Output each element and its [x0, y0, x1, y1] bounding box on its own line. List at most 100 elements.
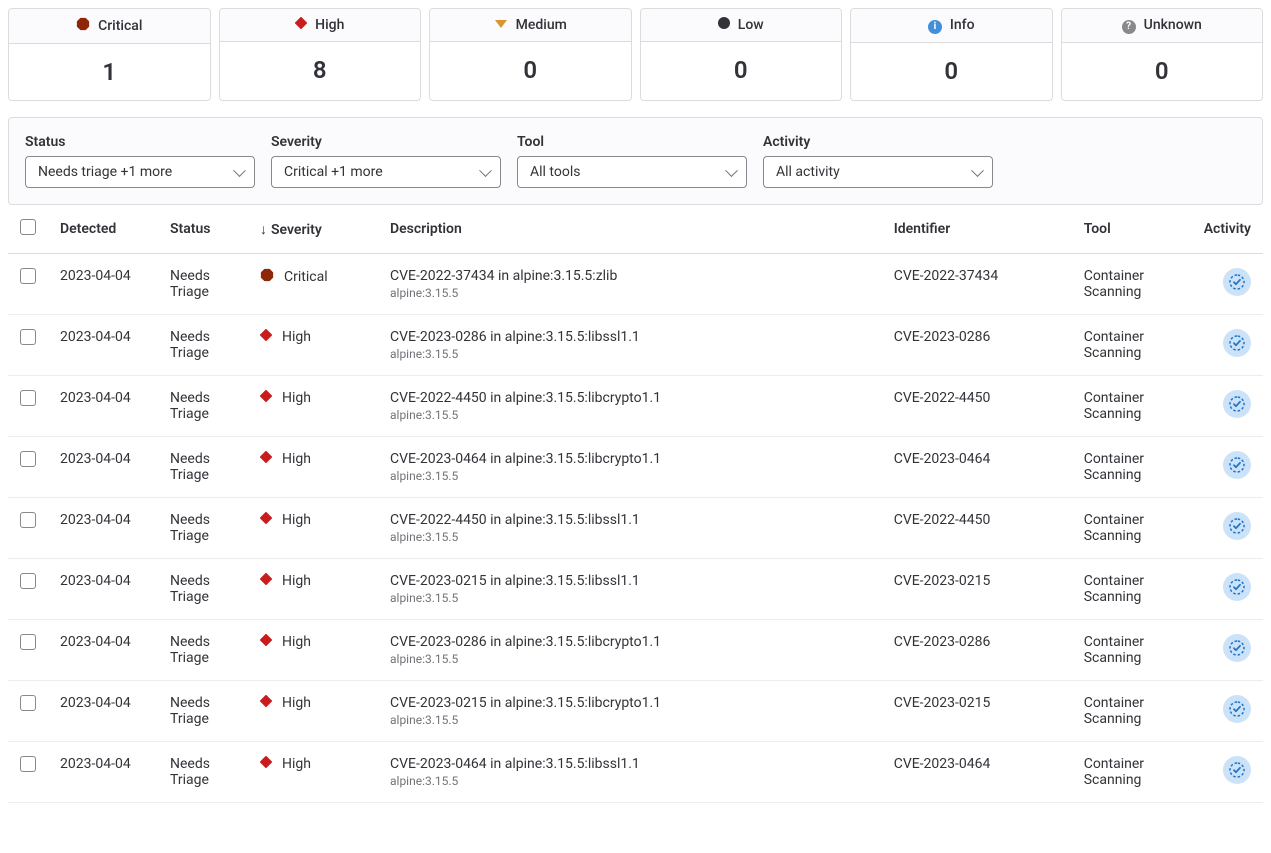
- row-description-sub: alpine:3.15.5: [390, 286, 870, 300]
- table-row[interactable]: 2023-04-04NeedsTriageHighCVE-2023-0464 i…: [8, 742, 1263, 803]
- row-checkbox-cell: [8, 315, 48, 376]
- filter-severity-group: Severity Critical +1 more: [271, 134, 501, 188]
- row-description: CVE-2023-0215 in alpine:3.15.5:libssl1.1…: [378, 559, 882, 620]
- table-row[interactable]: 2023-04-04NeedsTriageHighCVE-2022-4450 i…: [8, 498, 1263, 559]
- severity-card-header: Medium: [430, 9, 631, 42]
- row-checkbox-cell: [8, 559, 48, 620]
- table-row[interactable]: 2023-04-04NeedsTriageHighCVE-2023-0286 i…: [8, 315, 1263, 376]
- row-description: CVE-2022-4450 in alpine:3.15.5:libssl1.1…: [378, 498, 882, 559]
- activity-badge-icon[interactable]: [1223, 573, 1251, 601]
- table-row[interactable]: 2023-04-04NeedsTriageHighCVE-2023-0286 i…: [8, 620, 1263, 681]
- filter-status-value: Needs triage +1 more: [38, 164, 172, 180]
- severity-card-medium[interactable]: Medium0: [429, 8, 632, 101]
- column-severity[interactable]: ↓Severity: [248, 205, 378, 254]
- table-row[interactable]: 2023-04-04NeedsTriageHighCVE-2023-0215 i…: [8, 559, 1263, 620]
- row-activity: [1192, 254, 1263, 315]
- column-identifier[interactable]: Identifier: [882, 205, 1072, 254]
- activity-badge-icon[interactable]: [1223, 695, 1251, 723]
- filter-tool-select[interactable]: All tools: [517, 156, 747, 188]
- row-activity: [1192, 681, 1263, 742]
- row-checkbox[interactable]: [20, 634, 36, 650]
- row-detected: 2023-04-04: [48, 498, 158, 559]
- row-description-title: CVE-2022-4450 in alpine:3.15.5:libcrypto…: [390, 390, 870, 406]
- row-severity-label: High: [282, 329, 311, 345]
- row-description: CVE-2022-4450 in alpine:3.15.5:libcrypto…: [378, 376, 882, 437]
- row-checkbox[interactable]: [20, 451, 36, 467]
- select-all-checkbox[interactable]: [20, 219, 36, 235]
- column-activity[interactable]: Activity: [1192, 205, 1263, 254]
- row-severity: Critical: [248, 254, 378, 315]
- row-activity: [1192, 498, 1263, 559]
- severity-card-count: 8: [220, 42, 421, 98]
- row-checkbox[interactable]: [20, 573, 36, 589]
- row-detected: 2023-04-04: [48, 681, 158, 742]
- row-checkbox-cell: [8, 620, 48, 681]
- activity-badge-icon[interactable]: [1223, 451, 1251, 479]
- column-severity-label: Severity: [271, 222, 322, 238]
- column-detected[interactable]: Detected: [48, 205, 158, 254]
- row-checkbox[interactable]: [20, 756, 36, 772]
- low-icon: [718, 17, 730, 33]
- row-identifier: CVE-2023-0215: [882, 559, 1072, 620]
- activity-badge-icon[interactable]: [1223, 634, 1251, 662]
- severity-card-label: Critical: [98, 18, 142, 34]
- high-icon: [260, 512, 272, 528]
- row-identifier: CVE-2023-0286: [882, 315, 1072, 376]
- row-description-sub: alpine:3.15.5: [390, 652, 870, 666]
- row-description-sub: alpine:3.15.5: [390, 591, 870, 605]
- severity-card-high[interactable]: High8: [219, 8, 422, 101]
- severity-summary: Critical1High8Medium0Low0iInfo0?Unknown0: [8, 8, 1263, 101]
- filter-activity-select[interactable]: All activity: [763, 156, 993, 188]
- severity-card-header: Low: [641, 9, 842, 42]
- row-description-title: CVE-2023-0215 in alpine:3.15.5:libcrypto…: [390, 695, 870, 711]
- row-detected: 2023-04-04: [48, 254, 158, 315]
- high-icon: [260, 329, 272, 345]
- row-description-sub: alpine:3.15.5: [390, 713, 870, 727]
- filter-status-group: Status Needs triage +1 more: [25, 134, 255, 188]
- activity-badge-icon[interactable]: [1223, 268, 1251, 296]
- activity-badge-icon[interactable]: [1223, 512, 1251, 540]
- row-tool: ContainerScanning: [1072, 742, 1192, 803]
- critical-icon: [260, 268, 274, 286]
- high-icon: [260, 573, 272, 589]
- severity-card-critical[interactable]: Critical1: [8, 8, 211, 101]
- table-row[interactable]: 2023-04-04NeedsTriageHighCVE-2022-4450 i…: [8, 376, 1263, 437]
- column-description[interactable]: Description: [378, 205, 882, 254]
- severity-card-low[interactable]: Low0: [640, 8, 843, 101]
- high-icon: [260, 451, 272, 467]
- filter-severity-value: Critical +1 more: [284, 164, 383, 180]
- row-detected: 2023-04-04: [48, 742, 158, 803]
- row-checkbox-cell: [8, 498, 48, 559]
- row-checkbox[interactable]: [20, 512, 36, 528]
- row-checkbox[interactable]: [20, 268, 36, 284]
- activity-badge-icon[interactable]: [1223, 756, 1251, 784]
- severity-card-unknown[interactable]: ?Unknown0: [1061, 8, 1264, 101]
- row-checkbox[interactable]: [20, 695, 36, 711]
- column-tool[interactable]: Tool: [1072, 205, 1192, 254]
- filter-status-select[interactable]: Needs triage +1 more: [25, 156, 255, 188]
- row-detected: 2023-04-04: [48, 315, 158, 376]
- row-checkbox[interactable]: [20, 329, 36, 345]
- row-severity-label: High: [282, 634, 311, 650]
- row-tool: ContainerScanning: [1072, 559, 1192, 620]
- table-row[interactable]: 2023-04-04NeedsTriageCriticalCVE-2022-37…: [8, 254, 1263, 315]
- column-select-all: [8, 205, 48, 254]
- filter-tool-value: All tools: [530, 164, 580, 180]
- activity-badge-icon[interactable]: [1223, 329, 1251, 357]
- severity-card-info[interactable]: iInfo0: [850, 8, 1053, 101]
- table-row[interactable]: 2023-04-04NeedsTriageHighCVE-2023-0464 i…: [8, 437, 1263, 498]
- row-description: CVE-2023-0286 in alpine:3.15.5:libcrypto…: [378, 620, 882, 681]
- row-checkbox[interactable]: [20, 390, 36, 406]
- high-icon: [260, 390, 272, 406]
- row-description-sub: alpine:3.15.5: [390, 408, 870, 422]
- row-severity: High: [248, 315, 378, 376]
- column-status[interactable]: Status: [158, 205, 248, 254]
- activity-badge-icon[interactable]: [1223, 390, 1251, 418]
- filter-severity-select[interactable]: Critical +1 more: [271, 156, 501, 188]
- severity-card-label: Medium: [516, 17, 567, 33]
- table-row[interactable]: 2023-04-04NeedsTriageHighCVE-2023-0215 i…: [8, 681, 1263, 742]
- row-description-title: CVE-2023-0464 in alpine:3.15.5:libcrypto…: [390, 451, 870, 467]
- unknown-icon: ?: [1122, 17, 1136, 34]
- row-severity-label: High: [282, 451, 311, 467]
- severity-card-header: Critical: [9, 9, 210, 44]
